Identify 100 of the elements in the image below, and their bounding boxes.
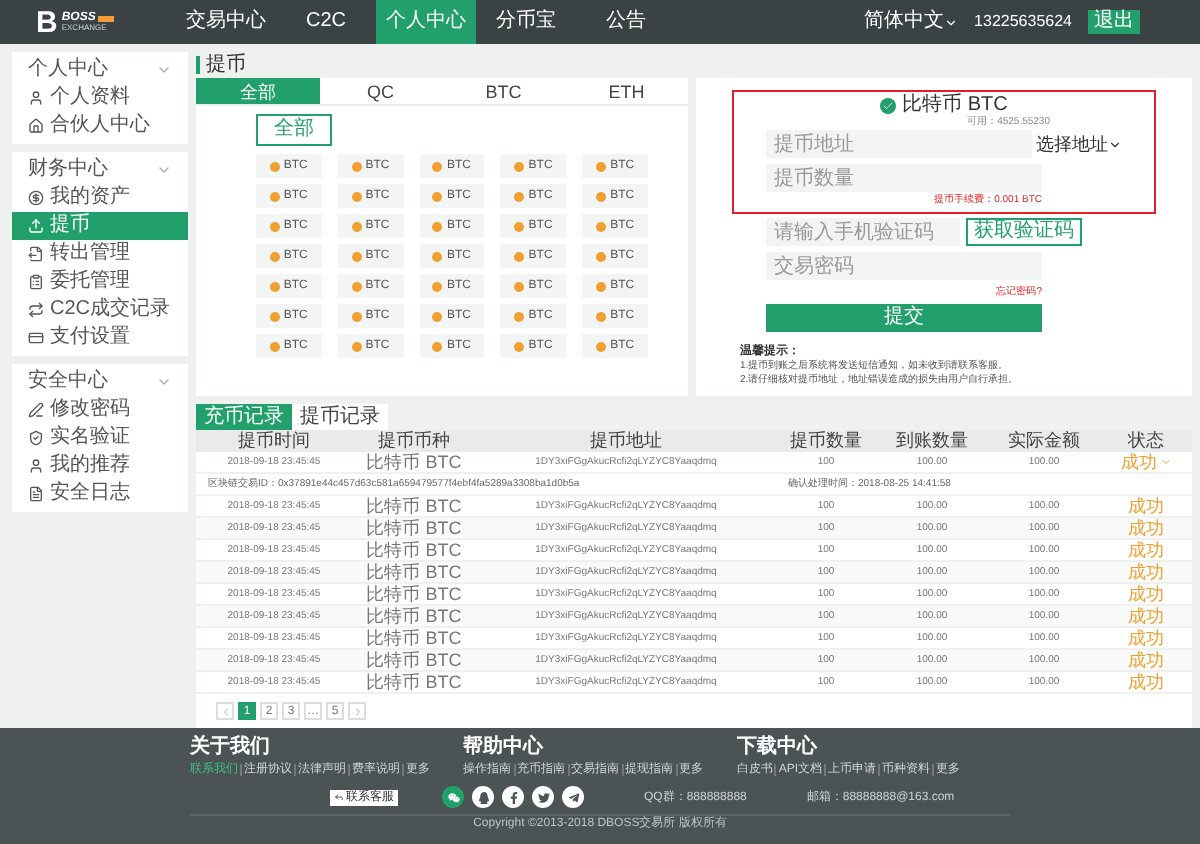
coin-icon (514, 221, 525, 231)
menu-item[interactable]: 委托管理 (12, 268, 188, 296)
coin-icon (351, 161, 362, 171)
status-text: 成功 (1128, 585, 1164, 603)
status-text: 成功 (1128, 629, 1164, 647)
menu-item[interactable]: 转出管理 (12, 240, 188, 268)
menu-item[interactable]: 我的资产 (12, 184, 188, 212)
language-selector[interactable]: 简体中文 (864, 14, 959, 30)
penguin-icon[interactable] (472, 786, 494, 808)
menu-item[interactable]: 实名验证 (12, 424, 188, 452)
menu-item[interactable]: 支付设置 (12, 324, 188, 352)
footer-heading: 下载中心 (736, 736, 819, 760)
coin-icon (596, 341, 607, 351)
menu-item[interactable]: 修改密码 (12, 396, 188, 424)
status-text: 成功 (1128, 519, 1164, 537)
nav-tab[interactable]: 公告 (576, 0, 676, 44)
coin-icon (28, 190, 44, 206)
coin-icon (432, 341, 443, 351)
coin-icon (514, 161, 525, 171)
chevron-left-icon (219, 705, 231, 717)
nav-tab[interactable]: 交易中心 (176, 0, 276, 44)
telegram-icon[interactable] (562, 786, 584, 808)
caret-icon (944, 15, 959, 29)
column-header: 状态 (1126, 432, 1166, 450)
file-export-icon (28, 246, 44, 262)
table-cell-text: 比特币 BTC (364, 585, 464, 603)
document-icon (28, 486, 44, 502)
coin-icon (269, 191, 280, 201)
menu-item[interactable]: C2C成交记录 (12, 296, 188, 324)
table-cell-text: 比特币 BTC (364, 453, 464, 471)
menu-item[interactable]: 我的推荐 (12, 452, 188, 480)
caret-icon (1108, 137, 1122, 151)
coin-icon (269, 161, 280, 171)
footer-heading: 帮助中心 (463, 736, 546, 760)
menu-item[interactable]: 安全日志 (12, 480, 188, 508)
coin-icon (351, 281, 362, 291)
coin-title: 比特币 BTC (902, 98, 1008, 114)
menu-item[interactable]: 个人资料 (12, 84, 188, 112)
nav-tab[interactable]: C2C (276, 0, 376, 44)
logo-mark: B (36, 7, 58, 37)
coin-icon (596, 281, 607, 291)
swap-icon (28, 302, 44, 318)
coin-icon (351, 251, 362, 261)
shield-icon (28, 430, 44, 446)
menu-group-title[interactable]: 财务中心 (28, 162, 108, 178)
table-cell-text: 比特币 BTC (364, 673, 464, 691)
logo-badge (97, 15, 114, 21)
address-select[interactable]: 选择地址 (1036, 136, 1122, 152)
coin-icon (269, 251, 280, 261)
facebook-icon[interactable] (502, 786, 524, 808)
column-header: 提币地址 (588, 432, 664, 450)
twitter-icon[interactable] (532, 786, 554, 808)
coin-icon (432, 191, 443, 201)
menu-group-title[interactable]: 安全中心 (28, 374, 108, 390)
code-field[interactable]: 请输入手机验证码 (766, 218, 960, 246)
upload-icon (28, 218, 44, 234)
coin-icon (269, 221, 280, 231)
nav-tab[interactable]: 分币宝 (476, 0, 576, 44)
wechat-icon[interactable] (442, 786, 464, 808)
status-text: 成功 (1128, 673, 1164, 691)
coin-icon (351, 341, 362, 351)
status-text: 成功 (1128, 563, 1164, 581)
coin-tab[interactable]: BTC (442, 78, 565, 106)
user-icon (28, 90, 44, 106)
status-text: 成功 (1128, 651, 1164, 669)
column-header: 实际金额 (1006, 432, 1082, 450)
table-cell-text: 比特币 BTC (364, 497, 464, 515)
menu-group-title[interactable]: 个人中心 (28, 62, 108, 78)
coin-icon (596, 311, 607, 321)
table-cell-text: 比特币 BTC (364, 519, 464, 537)
house-icon (28, 118, 44, 134)
table-cell-text: 比特币 BTC (364, 563, 464, 581)
coin-icon (351, 311, 362, 321)
coin-icon (596, 161, 607, 171)
column-header: 到账数量 (894, 432, 970, 450)
coin-icon (432, 221, 443, 231)
coin-icon (269, 311, 280, 321)
column-header: 提币币种 (376, 432, 452, 450)
coin-tab[interactable]: ETH (565, 78, 688, 106)
coin-icon (351, 221, 362, 231)
record-tab[interactable]: 提币记录 (292, 404, 388, 430)
password-field[interactable]: 交易密码 (766, 252, 1042, 280)
coin-icon (432, 251, 443, 261)
card-icon (28, 330, 44, 346)
column-header: 提币时间 (236, 432, 312, 450)
coin-icon (269, 341, 280, 351)
chevron-right-icon (351, 705, 363, 717)
clipboard-icon (28, 274, 44, 290)
table-cell-text: 比特币 BTC (364, 651, 464, 669)
coin-icon (432, 311, 443, 321)
menu-item[interactable]: 合伙人中心 (12, 112, 188, 140)
amount-field[interactable]: 提币数量 (766, 164, 1042, 192)
table-cell-text: 比特币 BTC (364, 629, 464, 647)
coin-tab[interactable]: QC (319, 78, 442, 106)
address-field[interactable]: 提币地址 (766, 130, 1032, 158)
table-cell-text: 比特币 BTC (364, 607, 464, 625)
coin-icon (514, 191, 525, 201)
status-text: 成功 (1121, 453, 1157, 471)
status-text: 成功 (1128, 497, 1164, 515)
footer-heading: 关于我们 (190, 736, 272, 760)
